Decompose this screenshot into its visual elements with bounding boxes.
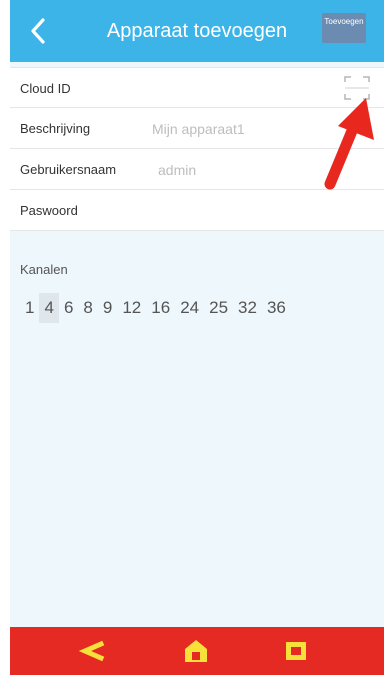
app-screen: Apparaat toevoegen Toevoegen Cloud ID Be… [10, 0, 384, 675]
channel-option[interactable]: 12 [117, 293, 146, 323]
password-input[interactable] [140, 194, 384, 227]
channel-option[interactable]: 24 [175, 293, 204, 323]
channel-option[interactable]: 36 [262, 293, 291, 323]
bottom-navigation-bar [10, 627, 384, 675]
username-label: Gebruikersnaam [20, 162, 117, 177]
channel-option[interactable]: 8 [78, 293, 97, 323]
back-icon [79, 640, 105, 662]
recent-apps-icon [286, 642, 306, 660]
password-label: Paswoord [20, 203, 78, 218]
channel-option[interactable]: 16 [146, 293, 175, 323]
chevron-left-icon [31, 18, 45, 44]
add-device-button[interactable]: Toevoegen [322, 13, 366, 43]
channel-option[interactable]: 1 [20, 293, 39, 323]
channel-option[interactable]: 4 [39, 293, 59, 323]
header-bar: Apparaat toevoegen Toevoegen [10, 0, 384, 62]
page-title: Apparaat toevoegen [106, 20, 288, 42]
description-label: Beschrijving [20, 121, 91, 136]
channel-option[interactable]: 32 [233, 293, 262, 323]
channel-option[interactable]: 6 [59, 293, 78, 323]
channels-label: Kanalen [20, 262, 68, 277]
channel-option[interactable]: 9 [98, 293, 117, 323]
nav-back-button[interactable] [72, 633, 112, 669]
cloud-id-label: Cloud ID [20, 81, 71, 96]
home-icon [185, 640, 207, 662]
password-row: Paswoord [10, 190, 384, 231]
back-button[interactable] [10, 0, 66, 62]
nav-home-button[interactable] [176, 633, 216, 669]
channel-option[interactable]: 25 [204, 293, 233, 323]
red-arrow-icon [324, 98, 374, 190]
nav-recent-apps-button[interactable] [276, 633, 316, 669]
channel-selector: 1 4 6 8 9 12 16 24 25 32 36 [20, 293, 291, 323]
